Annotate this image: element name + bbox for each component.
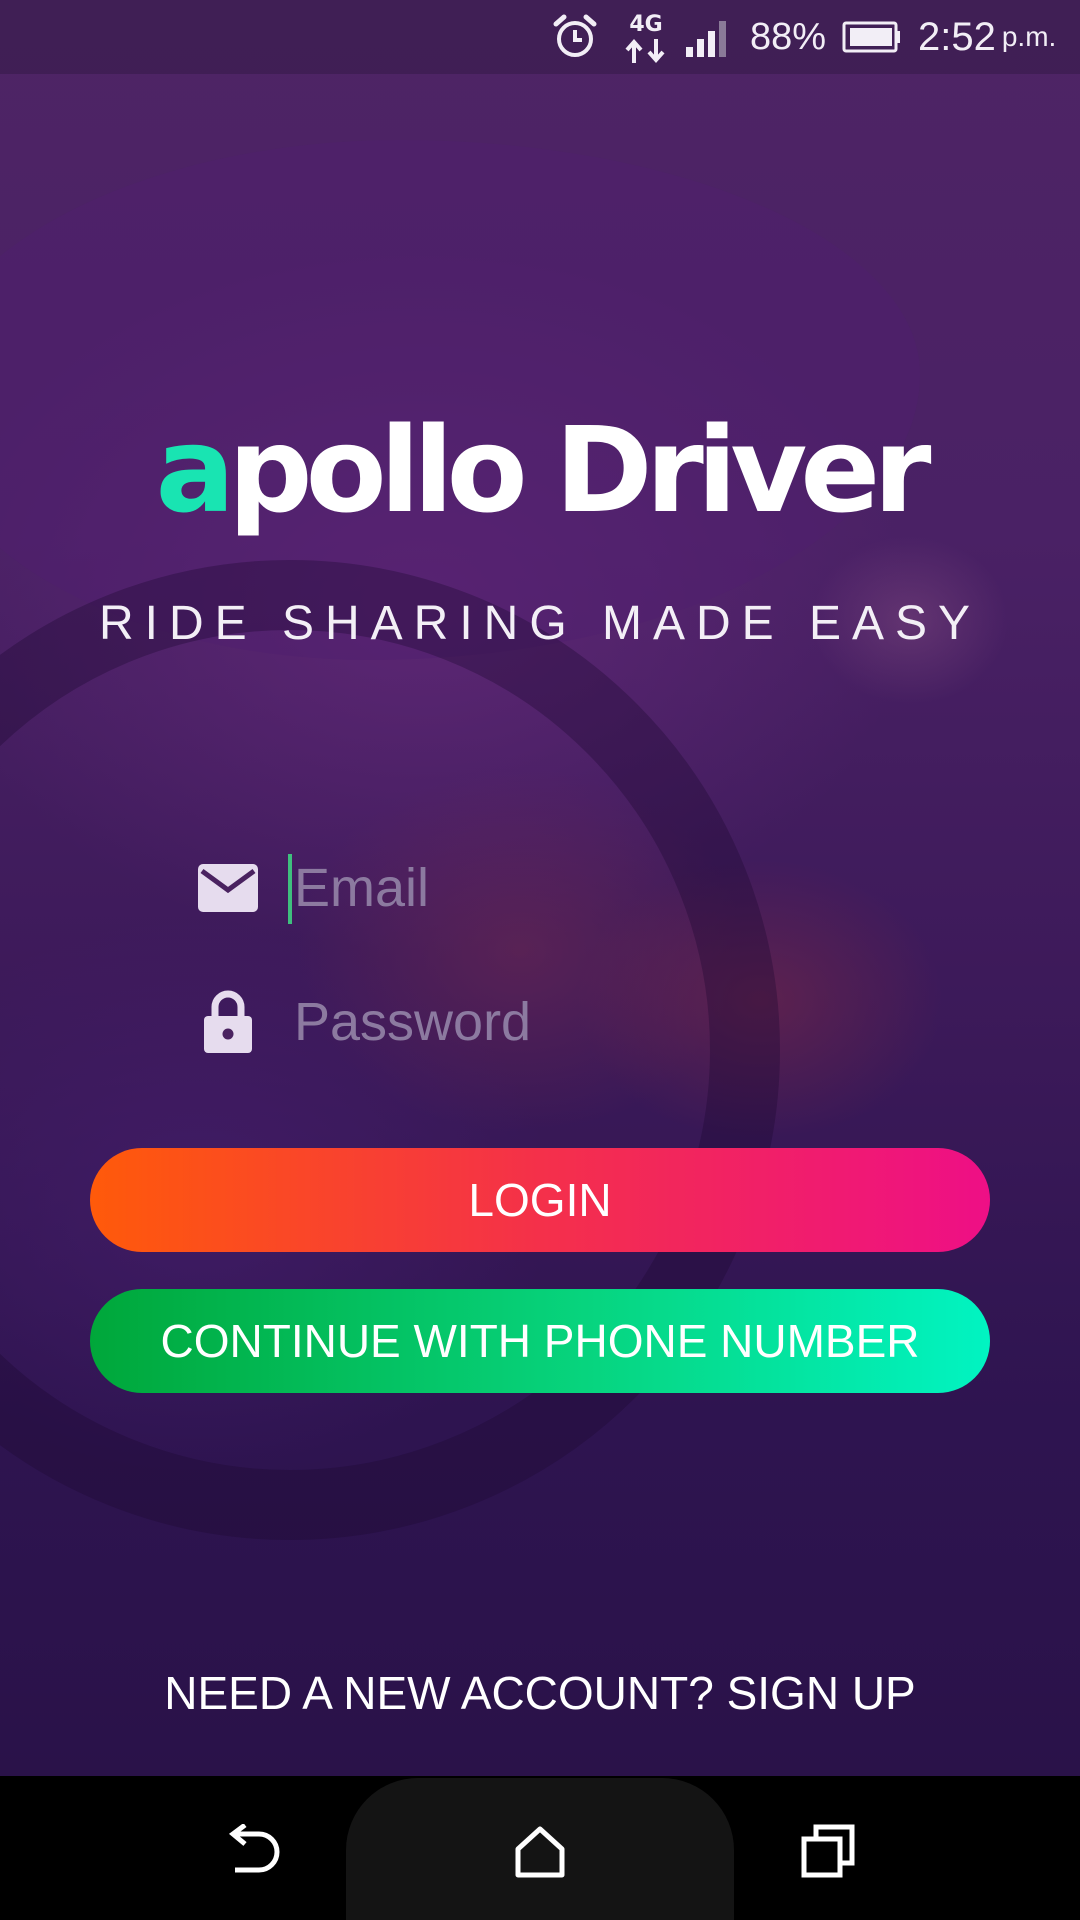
signup-link[interactable]: NEED A NEW ACCOUNT? SIGN UP <box>0 1666 1080 1720</box>
alarm-icon <box>550 0 606 74</box>
back-icon[interactable] <box>202 1806 302 1896</box>
clock-time: 2:52 <box>918 14 996 59</box>
password-field <box>190 972 950 1072</box>
network-4g-icon: 4G <box>622 0 672 74</box>
logo-text: pollo Driver <box>228 401 931 539</box>
signal-icon <box>684 0 736 74</box>
lock-icon <box>190 990 266 1053</box>
mail-icon <box>190 858 266 918</box>
email-field <box>190 838 950 938</box>
recent-apps-icon[interactable] <box>778 1806 878 1896</box>
email-input[interactable] <box>288 838 934 938</box>
continue-with-phone-button[interactable]: CONTINUE WITH PHONE NUMBER <box>90 1289 990 1393</box>
clock-suffix: p.m. <box>1001 21 1057 52</box>
login-screen: 4G 88% 2:52 p.m. apollo Driver RIDE SHAR… <box>0 0 1080 1920</box>
clock: 2:52 p.m. <box>918 0 1056 74</box>
login-button[interactable]: LOGIN <box>90 1148 990 1252</box>
logo-accent-letter: a <box>155 401 236 539</box>
password-input[interactable] <box>288 972 934 1072</box>
navigation-bar <box>0 1776 1080 1920</box>
status-bar: 4G 88% 2:52 p.m. <box>0 0 1080 74</box>
tagline: RIDE SHARING MADE EASY <box>98 597 982 650</box>
home-icon[interactable] <box>490 1806 590 1896</box>
battery-icon <box>842 0 902 74</box>
network-type-label: 4G <box>629 12 662 37</box>
battery-percent: 88% <box>750 15 827 58</box>
app-logo: apollo Driver <box>0 400 1080 540</box>
